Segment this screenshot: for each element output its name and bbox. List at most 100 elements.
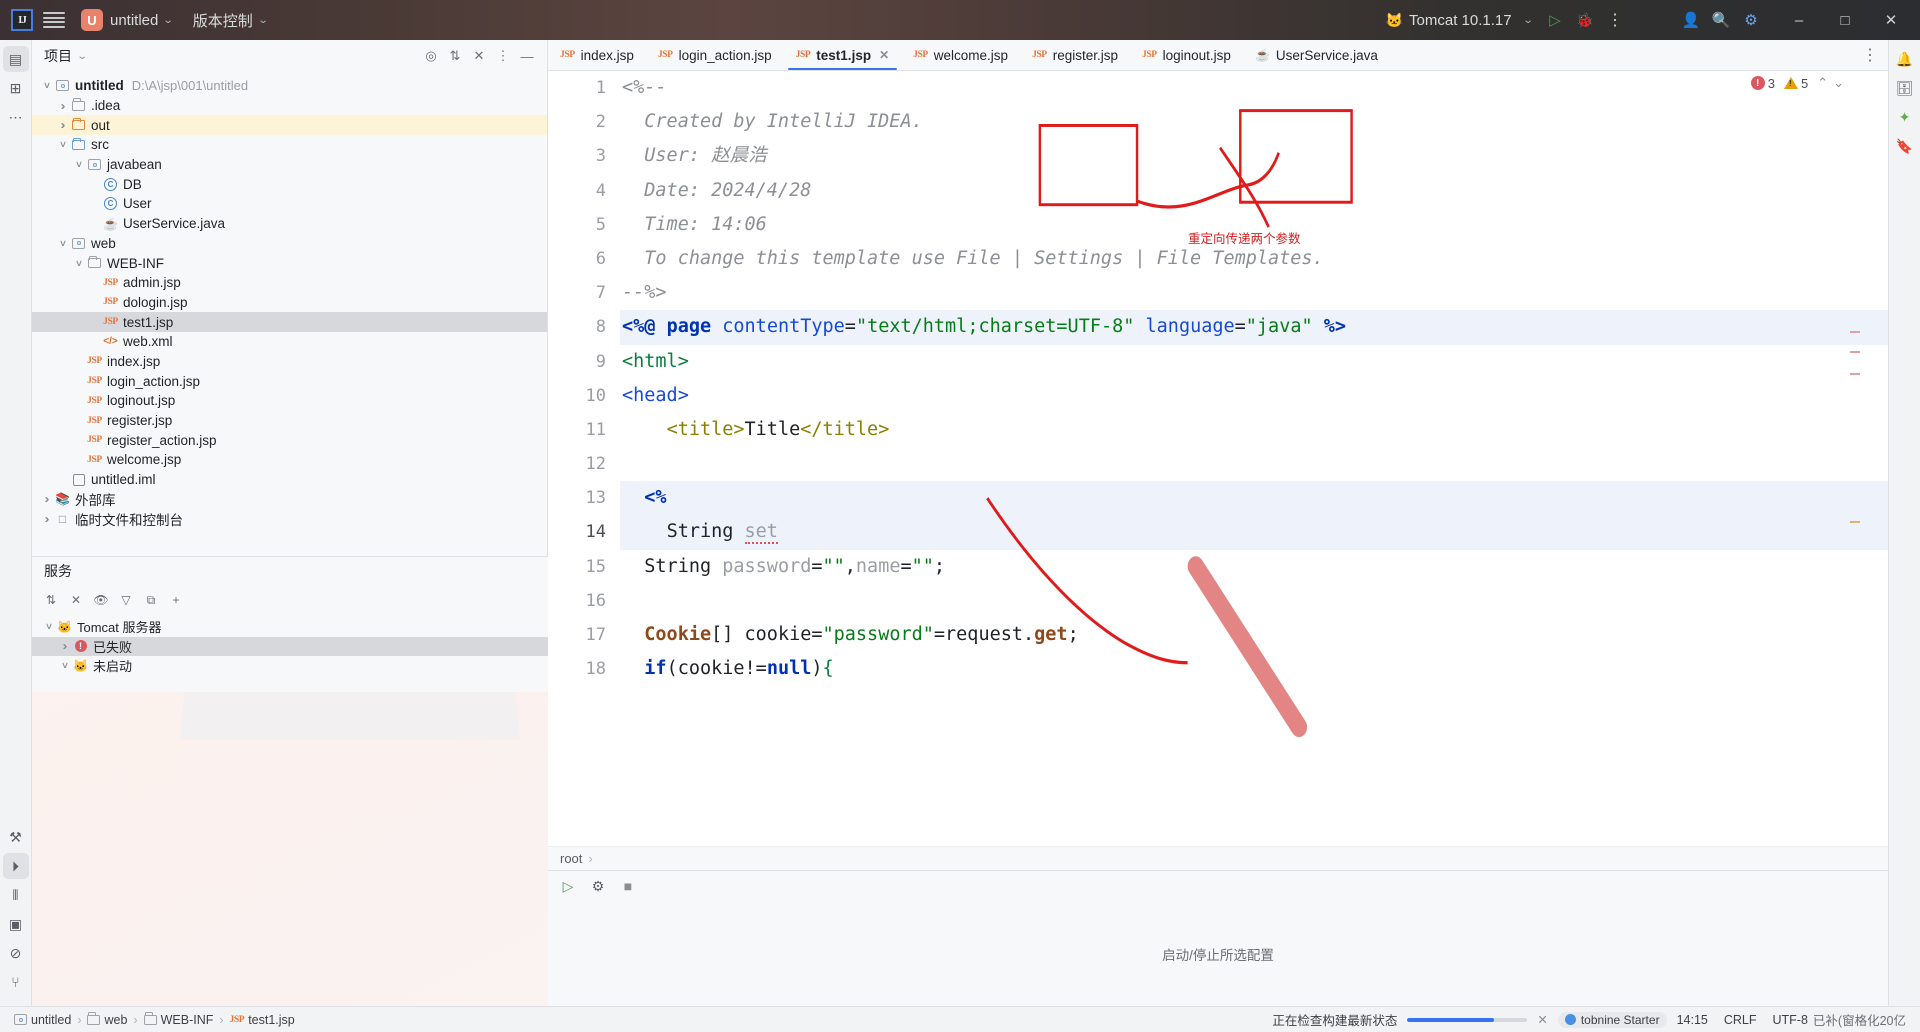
- group-icon[interactable]: ⧉: [140, 589, 162, 611]
- tree-row[interactable]: src: [32, 135, 547, 155]
- tree-row[interactable]: untitled.iml: [32, 470, 547, 490]
- collapse-arrow-icon[interactable]: [38, 80, 56, 91]
- problems-tool-window-icon[interactable]: ⊘: [3, 940, 29, 966]
- tree-row[interactable]: JSP login_action.jsp: [32, 371, 547, 391]
- terminal-tool-window-icon[interactable]: ▣: [3, 911, 29, 937]
- tree-row[interactable]: </> web.xml: [32, 332, 547, 352]
- code-line[interactable]: Time: 14:06: [620, 208, 1888, 242]
- stop-icon[interactable]: ■: [616, 874, 640, 898]
- options-icon[interactable]: ⋮: [491, 44, 515, 68]
- profiler-tool-window-icon[interactable]: ⑂: [3, 969, 29, 995]
- tree-row[interactable]: .idea: [32, 96, 547, 116]
- more-tool-windows-icon[interactable]: ⋯: [3, 104, 29, 130]
- tree-row[interactable]: JSP register.jsp: [32, 411, 547, 431]
- caret-position[interactable]: 14:15: [1671, 1009, 1714, 1031]
- editor-tab[interactable]: JSP welcome.jsp: [901, 40, 1020, 70]
- code-line[interactable]: <%--: [620, 71, 1888, 105]
- code-line[interactable]: String set: [620, 515, 1888, 550]
- code-line[interactable]: <%: [620, 481, 1888, 516]
- hide-icon[interactable]: —: [515, 44, 539, 68]
- search-icon[interactable]: 🔍: [1706, 5, 1736, 35]
- statusbar-breadcrumb[interactable]: untitled › web › WEB-INF › JSP test1.jsp: [8, 1009, 301, 1031]
- vcs-widget[interactable]: 版本控制 ⌄: [188, 5, 272, 35]
- code-line[interactable]: --%>: [620, 276, 1888, 310]
- tree-row[interactable]: JSP welcome.jsp: [32, 450, 547, 470]
- statusbar-breadcrumb-item[interactable]: WEB-INF: [143, 1012, 213, 1027]
- structure-tool-window-icon[interactable]: ⫴: [3, 882, 29, 908]
- maximize-button[interactable]: □: [1822, 0, 1868, 40]
- tree-row[interactable]: javabean: [32, 155, 547, 175]
- settings-gear-icon[interactable]: ⚙: [1736, 5, 1766, 35]
- code-line[interactable]: <%@ page contentType="text/html;charset=…: [620, 310, 1888, 345]
- expand-arrow-icon[interactable]: [54, 118, 72, 132]
- collapse-arrow-icon[interactable]: [70, 258, 88, 269]
- run-configuration-selector[interactable]: 🐱 Tomcat 10.1.17 ⌄: [1378, 6, 1540, 34]
- tree-row[interactable]: web: [32, 234, 547, 254]
- tree-row[interactable]: WEB-INF: [32, 253, 547, 273]
- notifications-icon[interactable]: 🔔: [1892, 46, 1918, 72]
- tree-row[interactable]: JSP loginout.jsp: [32, 391, 547, 411]
- database-icon[interactable]: 🗄: [1892, 75, 1918, 101]
- tree-row[interactable]: 📚 外部库: [32, 489, 547, 509]
- close-tab-icon[interactable]: ✕: [879, 48, 889, 62]
- code-line[interactable]: Cookie[] cookie="password"=request.get;: [620, 618, 1888, 652]
- line-number-gutter[interactable]: 1 2 3 4 5 6 7 8 9 10 11 12 13 14 15 16 17 18: [548, 71, 620, 846]
- statusbar-breadcrumb-item[interactable]: JSP test1.jsp: [230, 1013, 295, 1027]
- editor-tab[interactable]: JSP test1.jsp ✕: [784, 40, 901, 70]
- code-line[interactable]: <head>: [620, 379, 1888, 413]
- statusbar-breadcrumb-item[interactable]: web: [87, 1012, 127, 1027]
- code-line[interactable]: To change this template use File | Setti…: [620, 242, 1888, 276]
- tree-row[interactable]: C User: [32, 194, 547, 214]
- tree-row[interactable]: JSP register_action.jsp: [32, 430, 547, 450]
- error-count-badge[interactable]: ! 3: [1750, 76, 1775, 91]
- tree-row[interactable]: C DB: [32, 174, 547, 194]
- warning-count-badge[interactable]: 5: [1783, 76, 1808, 91]
- plugin-badge[interactable]: tobnine Starter: [1557, 1011, 1667, 1028]
- commit-tool-window-icon[interactable]: ⊞: [3, 75, 29, 101]
- statusbar-breadcrumb-item[interactable]: untitled: [14, 1013, 71, 1027]
- chevron-down-icon[interactable]: ⌄: [77, 51, 88, 62]
- code-line[interactable]: Date: 2024/4/28: [620, 174, 1888, 208]
- tree-row[interactable]: JSP dologin.jsp: [32, 293, 547, 313]
- run-icon[interactable]: ▷: [556, 874, 580, 898]
- expand-arrow-icon[interactable]: [38, 492, 56, 506]
- account-icon[interactable]: 👤: [1676, 5, 1706, 35]
- collapse-arrow-icon[interactable]: [54, 139, 72, 150]
- tree-row[interactable]: out: [32, 115, 547, 136]
- filter-icon[interactable]: ▽: [115, 589, 137, 611]
- tree-row[interactable]: JSP test1.jsp: [32, 312, 547, 332]
- code-line[interactable]: User: 赵晨浩: [620, 139, 1888, 173]
- code-line[interactable]: <html>: [620, 345, 1888, 379]
- chevron-up-icon[interactable]: ⌃: [1817, 75, 1828, 91]
- ai-assistant-icon[interactable]: ✦: [1892, 104, 1918, 130]
- project-tool-window-icon[interactable]: ▤: [2, 46, 29, 72]
- services-row[interactable]: ! 已失败: [32, 636, 548, 656]
- code-lines[interactable]: <%-- Created by IntelliJ IDEA. User: 赵晨浩…: [620, 71, 1888, 846]
- close-button[interactable]: ✕: [1868, 0, 1914, 40]
- file-encoding[interactable]: UTF-8 已补(窗格化20亿: [1767, 1009, 1913, 1031]
- locate-icon[interactable]: ◎: [419, 44, 443, 68]
- more-actions-button[interactable]: ⋮: [1600, 5, 1630, 35]
- collapse-arrow-icon[interactable]: [56, 660, 74, 671]
- cancel-build-button[interactable]: ✕: [1531, 1009, 1553, 1031]
- breadcrumb-item[interactable]: root: [560, 851, 582, 866]
- code-line[interactable]: [620, 584, 1888, 618]
- line-separator[interactable]: CRLF: [1718, 1009, 1763, 1031]
- run-button[interactable]: ▷: [1540, 5, 1570, 35]
- collapse-arrow-icon[interactable]: [40, 621, 58, 632]
- expand-arrow-icon[interactable]: [38, 512, 56, 526]
- build-status[interactable]: 正在检查构建最新状态: [1266, 1009, 1403, 1031]
- code-line[interactable]: String password="",name="";: [620, 550, 1888, 584]
- services-row[interactable]: 🐱 Tomcat 服务器: [32, 617, 548, 637]
- editor-tab[interactable]: JSP index.jsp: [548, 40, 646, 70]
- chevron-down-icon[interactable]: ⌄: [1833, 75, 1844, 91]
- code-line[interactable]: [620, 447, 1888, 481]
- expand-arrow-icon[interactable]: [56, 639, 74, 653]
- stop-icon[interactable]: ✕: [65, 589, 87, 611]
- editor-tab[interactable]: JSP register.jsp: [1020, 40, 1130, 70]
- add-icon[interactable]: +: [165, 589, 187, 611]
- tree-row[interactable]: JSP admin.jsp: [32, 273, 547, 293]
- collapse-arrow-icon[interactable]: [70, 159, 88, 170]
- minimize-button[interactable]: –: [1776, 0, 1822, 40]
- tree-row[interactable]: ☕ UserService.java: [32, 214, 547, 234]
